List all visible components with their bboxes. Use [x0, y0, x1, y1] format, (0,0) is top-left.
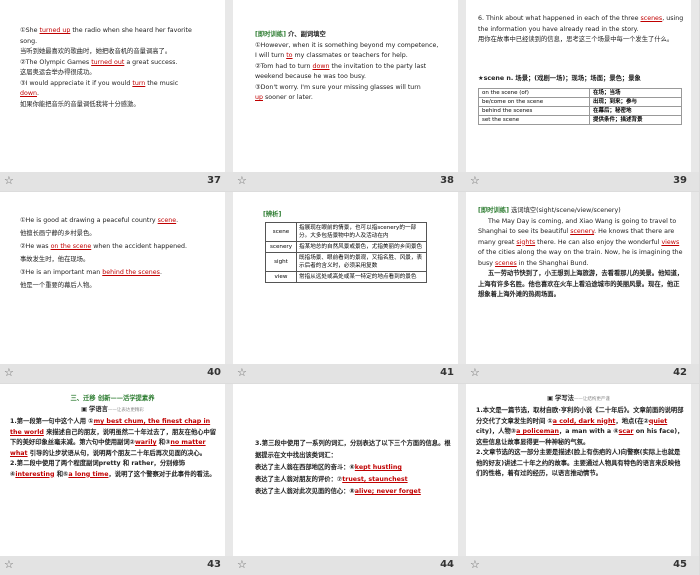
slide-41-footer: ☆ 41 [233, 364, 466, 383]
slide-43-items: 1.第一段第一句中这个人用 ①my best chum, the finest … [10, 418, 217, 478]
slide-45-cell[interactable]: ▣ 学写法——让结构更严谨 1.本文是一篇节选，取材自欧·亨利的小说《二十年后》… [466, 384, 699, 575]
slide-40-cell[interactable]: ①He is good at drawing a peaceful countr… [0, 192, 233, 383]
slide-40-footer: ☆ 40 [0, 364, 233, 383]
slide-42-content: [即时训练] 选词填空(sight/scene/view/scenery) Th… [478, 207, 684, 298]
slide-number: 37 [207, 175, 221, 186]
star-icon[interactable]: ☆ [470, 558, 480, 571]
star-icon[interactable]: ☆ [237, 174, 247, 187]
slide-45-items: 1.本文是一篇节选，取材自欧·亨利的小说《二十年后》。文章前面的说明部分交代了文… [476, 407, 684, 477]
star-icon[interactable]: ☆ [237, 366, 247, 379]
slide-43[interactable]: 三、迁移 创新——活学提素养 ▣ 学语言——让表达更精彩 1.第一段第一句中这个… [0, 384, 225, 556]
slide-number: 39 [673, 175, 687, 186]
slide-42-footer: ☆ 42 [466, 364, 699, 383]
slide-number: 38 [440, 175, 454, 186]
slide-42-cell[interactable]: [即时训练] 选词填空(sight/scene/view/scenery) Th… [466, 192, 699, 383]
slide-38-content: [即时训练] 介、副词填空 ①However, when it is somet… [255, 31, 439, 101]
slide-number: 43 [207, 559, 221, 570]
slide-44-cell[interactable]: 3.第三段中使用了一系列的词汇，分别表达了以下三个方面的信息。根据提示在文中找出… [233, 384, 466, 575]
slide-number: 42 [673, 367, 687, 378]
slide-38[interactable]: [即时训练] 介、副词填空 ①However, when it is somet… [233, 0, 458, 172]
subsection-header: ▣ 学语言——让表达更精彩 [81, 406, 144, 413]
star-icon[interactable]: ☆ [4, 366, 14, 379]
star-icon[interactable]: ☆ [470, 174, 480, 187]
slide-44[interactable]: 3.第三段中使用了一系列的词汇，分别表达了以下三个方面的信息。根据提示在文中找出… [233, 384, 458, 556]
slide-45[interactable]: ▣ 学写法——让结构更严谨 1.本文是一篇节选，取材自欧·亨利的小说《二十年后》… [466, 384, 691, 556]
slide-number: 41 [440, 367, 454, 378]
scene-phrase-table: on the scene (of) 在场；当场 be/come on the sc… [478, 88, 683, 125]
slide-grid: ①She turned up the radio when she heard … [0, 0, 700, 575]
slide-39-cell[interactable]: 6. Think about what happened in each of … [466, 0, 699, 191]
star-icon[interactable]: ☆ [470, 366, 480, 379]
slide-37-cell[interactable]: ①She turned up the radio when she heard … [0, 0, 233, 191]
book-icon: ▣ [547, 395, 554, 402]
slide-41[interactable]: [辨析] scene 指展现在眼前的情景，也可以指scenery的一部分。大多包括… [233, 192, 458, 364]
slide-39-label: ★scene n. 场景；(戏剧一场)；现场；场面；景色；景象 [478, 75, 641, 82]
slide-37-footer: ☆ 37 [0, 172, 233, 191]
star-icon[interactable]: ☆ [4, 558, 14, 571]
slide-42[interactable]: [即时训练] 选词填空(sight/scene/view/scenery) Th… [466, 192, 691, 364]
slide-38-footer: ☆ 38 [233, 172, 466, 191]
slide-41-cell[interactable]: [辨析] scene 指展现在眼前的情景，也可以指scenery的一部分。大多包括… [233, 192, 466, 383]
slide-number: 44 [440, 559, 454, 570]
slide-40[interactable]: ①He is good at drawing a peaceful countr… [0, 192, 225, 364]
slide-40-content: ①He is good at drawing a peaceful countr… [20, 217, 188, 289]
slide-37[interactable]: ①She turned up the radio when she heard … [0, 0, 225, 172]
slide-45-footer: ☆ 45 [466, 556, 699, 575]
slide-39-question: 6. Think about what happened in each of … [478, 15, 684, 43]
slide-44-items: 3.第三段中使用了一系列的词汇，分别表达了以下三个方面的信息。根据提示在文中找出… [255, 440, 451, 495]
star-icon[interactable]: ☆ [4, 174, 14, 187]
slide-39[interactable]: 6. Think about what happened in each of … [466, 0, 691, 172]
star-icon[interactable]: ☆ [237, 558, 247, 571]
slide-37-content: ①She turned up the radio when she heard … [20, 27, 192, 108]
slide-number: 45 [673, 559, 687, 570]
slide-number: 40 [207, 367, 221, 378]
subsection-header: ▣ 学写法——让结构更严谨 [547, 395, 610, 402]
slide-38-cell[interactable]: [即时训练] 介、副词填空 ①However, when it is somet… [233, 0, 466, 191]
slide-39-footer: ☆ 39 [466, 172, 699, 191]
section-title: 三、迁移 创新——活学提素养 [70, 395, 155, 402]
slide-43-footer: ☆ 43 [0, 556, 233, 575]
analysis-tag: [辨析] [263, 211, 282, 218]
slide-43-cell[interactable]: 三、迁移 创新——活学提素养 ▣ 学语言——让表达更精彩 1.第一段第一句中这个… [0, 384, 233, 575]
book-icon: ▣ [81, 406, 88, 413]
word-comparison-table: scene 指展现在眼前的情景，也可以指scenery的一部分。大多包括景物中的人… [265, 222, 427, 283]
slide-44-footer: ☆ 44 [233, 556, 466, 575]
